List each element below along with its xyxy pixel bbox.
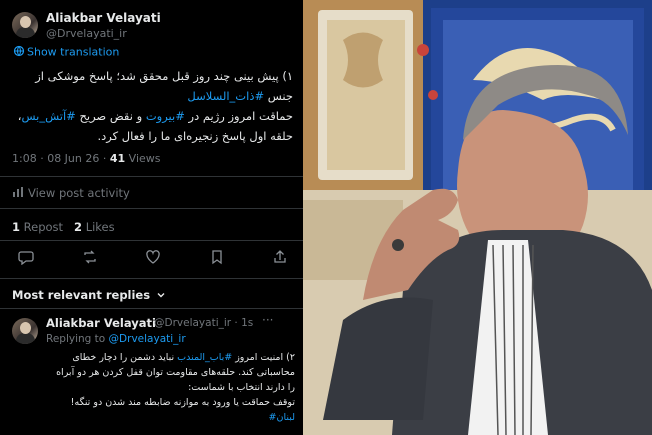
hashtag-link[interactable]: #ذات_السلاسل xyxy=(187,89,264,103)
show-translation-label: Show translation xyxy=(27,45,120,59)
post-line-text: و نقض صریح xyxy=(75,109,146,123)
analytics-icon xyxy=(12,186,24,201)
author-handle[interactable]: @Drvelayati_ir xyxy=(46,27,127,40)
divider xyxy=(0,308,303,309)
reply-line-text: ۲) امنیت امروز xyxy=(232,352,295,363)
reply-line-text: نباید دشمن را دچار خطای xyxy=(72,352,178,363)
reply-author-name[interactable]: Aliakbar Velayati xyxy=(46,316,156,330)
reply-line: لبنان# xyxy=(40,410,295,425)
translate-icon xyxy=(13,45,25,60)
divider xyxy=(0,208,303,209)
reply-handle[interactable]: @Drvelayati_ir · 1s xyxy=(154,317,253,329)
replying-handle-link[interactable]: @Drvelayati_ir xyxy=(109,333,186,345)
hashtag-link[interactable]: لبنان# xyxy=(269,412,295,423)
reply-icon[interactable] xyxy=(18,249,34,269)
reply-line: توقف حماقت یا ورود به موازنه ضابطه مند ش… xyxy=(70,397,295,408)
action-bar xyxy=(18,249,288,269)
portrait-photo xyxy=(303,0,652,435)
post-line: حماقت امروز رژیم در #بیروت و نقض صریح #آ… xyxy=(10,106,293,126)
hashtag-link[interactable]: #باب_المندب xyxy=(177,352,232,363)
replies-header: Most relevant replies xyxy=(12,288,151,302)
replies-sort-dropdown[interactable]: Most relevant replies xyxy=(12,288,166,303)
show-translation-link[interactable]: Show translation xyxy=(13,45,119,60)
hashtag-link[interactable]: #بیروت xyxy=(146,109,185,123)
post-line-text: جنس xyxy=(264,89,293,103)
reply-line: محاسباتی کند. حلقه‌های مقاومت توان قفل ک… xyxy=(56,367,295,378)
divider xyxy=(0,240,303,241)
divider xyxy=(0,176,303,177)
reply-line: را دارند انتخاب با شماست: xyxy=(188,382,295,393)
like-icon[interactable] xyxy=(145,249,161,269)
likes-label[interactable]: Likes xyxy=(82,220,115,234)
post-line: حلقه اول پاسخ زنجیره‌ای ما را فعال کرد. xyxy=(97,129,293,143)
reply-avatar[interactable] xyxy=(12,318,38,344)
replying-prefix: Replying to xyxy=(46,333,109,345)
engagement-stats: 1 Repost 2 Likes xyxy=(12,220,115,234)
post-line-text: حماقت امروز رژیم در xyxy=(184,109,293,123)
x-post-panel: Aliakbar Velayati @Drvelayati_ir Show tr… xyxy=(0,0,303,435)
view-activity-label: View post activity xyxy=(28,186,130,200)
hashtag-link[interactable]: #آتش_بس xyxy=(21,109,75,123)
more-icon[interactable]: ··· xyxy=(262,313,273,327)
reply-text: ۲) امنیت امروز #باب_المندب نباید دشمن را… xyxy=(40,350,295,425)
reply-line: ۲) امنیت امروز #باب_المندب نباید دشمن را… xyxy=(40,350,295,365)
chevron-down-icon xyxy=(156,289,166,303)
share-icon[interactable] xyxy=(272,249,288,269)
likes-count[interactable]: 2 xyxy=(74,220,82,234)
post-text: ۱) پیش بینی چند روز قبل محقق شد؛ پاسخ مو… xyxy=(10,66,293,146)
replying-to: Replying to @Drvelayati_ir xyxy=(46,333,186,345)
repost-icon[interactable] xyxy=(82,249,98,269)
photo-illustration xyxy=(303,0,652,435)
reposts-label[interactable]: Repost xyxy=(20,220,63,234)
author-name[interactable]: Aliakbar Velayati xyxy=(46,11,161,25)
divider xyxy=(0,278,303,279)
views-label: Views xyxy=(125,152,161,165)
view-post-activity[interactable]: View post activity xyxy=(12,186,130,201)
post-line: ۱) پیش بینی چند روز قبل محقق شد؛ پاسخ مو… xyxy=(35,69,293,83)
post-line: جنس #ذات_السلاسل xyxy=(10,86,293,106)
post-time[interactable]: 1:08 · 08 Jun 26 · xyxy=(12,152,110,165)
reposts-count[interactable]: 1 xyxy=(12,220,20,234)
post-timestamp: 1:08 · 08 Jun 26 · 41 Views xyxy=(12,152,161,165)
bookmark-icon[interactable] xyxy=(209,249,225,269)
views-count: 41 xyxy=(109,152,126,165)
author-avatar[interactable] xyxy=(12,12,38,38)
